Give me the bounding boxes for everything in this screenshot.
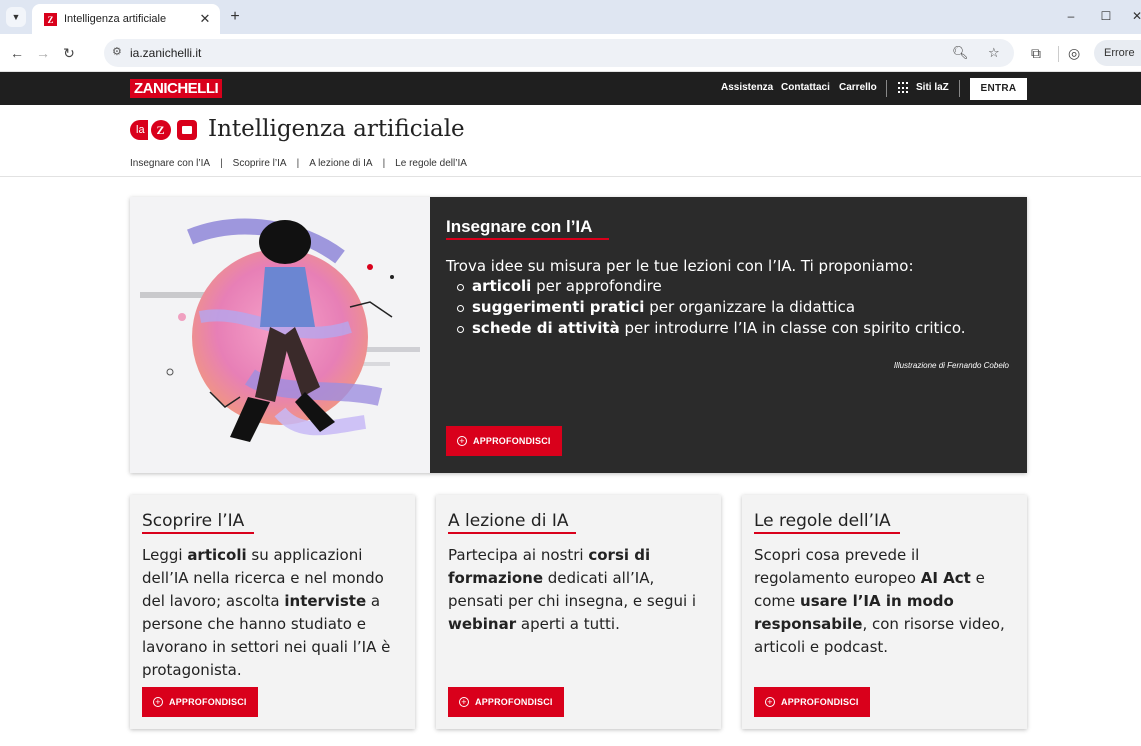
card-approfondisci-button[interactable]: + APPROFONDISCI <box>754 687 870 717</box>
subnav-separator: | <box>296 158 300 169</box>
hero-title-underline <box>446 238 609 240</box>
button-label: APPROFONDISCI <box>169 697 247 707</box>
zanichelli-logo[interactable]: ZANICHELLI <box>130 79 223 98</box>
button-label: APPROFONDISCI <box>781 697 859 707</box>
browser-tab[interactable]: Z Intelligenza artificiale ✕ <box>32 4 220 34</box>
card-text: Leggi articoli su applicazioni dell’IA n… <box>142 546 391 679</box>
link-siti-laz[interactable]: Siti laZ <box>916 82 949 93</box>
site-info-icon[interactable]: ⚙ <box>112 45 122 58</box>
section-subnav: Insegnare con l’IA | Scoprire l’IA | A l… <box>130 158 467 169</box>
ia-chip-icon <box>176 120 197 140</box>
subnav-insegnare[interactable]: Insegnare con l’IA <box>130 158 210 169</box>
hero-list-item: articoli per approfondire <box>457 277 966 298</box>
plus-circle-icon: + <box>459 697 469 707</box>
hero-list-item: suggerimenti pratici per organizzare la … <box>457 298 966 319</box>
maximize-icon[interactable]: ☐ <box>1097 9 1115 23</box>
hero-card: Insegnare con l’IA Trova idee su misura … <box>130 197 1027 473</box>
bookmark-star-icon[interactable]: ☆ <box>988 45 1000 61</box>
hero-illustration <box>130 197 430 473</box>
header-divider <box>886 80 887 97</box>
button-label: APPROFONDISCI <box>475 697 553 707</box>
extensions-icon[interactable]: ⧉ <box>1031 45 1041 62</box>
button-label: APPROFONDISCI <box>473 436 551 446</box>
toolbar-divider <box>1058 46 1059 62</box>
card-title[interactable]: Scoprire l’IA <box>142 511 244 531</box>
minimize-icon[interactable]: – <box>1062 9 1080 23</box>
badge-z: Z <box>150 120 171 140</box>
hero-list: articoli per approfondire suggerimenti p… <box>457 277 966 340</box>
subnav-divider <box>0 176 1141 177</box>
link-assistenza[interactable]: Assistenza <box>721 82 773 93</box>
url-text: ia.zanichelli.it <box>130 46 202 60</box>
ai-teaching-illustration-icon <box>140 218 420 442</box>
forward-arrow-icon[interactable]: → <box>34 44 52 62</box>
new-tab-button[interactable]: + <box>226 8 244 26</box>
login-button[interactable]: ENTRA <box>970 78 1027 100</box>
hero-approfondisci-button[interactable]: + APPROFONDISCI <box>446 426 562 456</box>
zoom-icon[interactable]: 🔍︎ <box>952 45 969 61</box>
plus-circle-icon: + <box>765 697 775 707</box>
hero-title[interactable]: Insegnare con l’IA <box>446 217 592 237</box>
card-approfondisci-button[interactable]: + APPROFONDISCI <box>448 687 564 717</box>
card-approfondisci-button[interactable]: + APPROFONDISCI <box>142 687 258 717</box>
page-title: Intelligenza artificiale <box>208 116 465 142</box>
card-title[interactable]: A lezione di IA <box>448 511 568 531</box>
hero-list-item: schede di attività per introdurre l’IA i… <box>457 319 966 340</box>
card-text: Partecipa ai nostri corsi di formazione … <box>448 546 697 633</box>
tab-search-button[interactable]: ▼ <box>6 7 26 27</box>
subnav-separator: | <box>220 158 223 169</box>
browser-tab-strip: ▼ Z Intelligenza artificiale ✕ + – ☐ ✕ <box>0 0 1141 34</box>
card-title-underline <box>754 532 900 534</box>
apps-grid-icon[interactable] <box>898 82 910 94</box>
address-toolbar: ← → ↻ ⚙ ia.zanichelli.it 🔍︎ ☆ ⧉ ◎ <box>0 34 1141 72</box>
address-bar[interactable]: ⚙ ia.zanichelli.it 🔍︎ ☆ <box>104 39 1014 67</box>
laz-brand-badges: la Z <box>130 120 197 140</box>
card-regole: Le regole dell’IA Scopri cosa prevede il… <box>742 495 1027 729</box>
plus-circle-icon: + <box>153 697 163 707</box>
profile-error-label: Errore <box>1104 47 1135 59</box>
card-title-underline <box>142 532 254 534</box>
plus-circle-icon: + <box>457 436 467 446</box>
subnav-a-lezione[interactable]: A lezione di IA <box>309 158 372 169</box>
subnav-scoprire[interactable]: Scoprire l’IA <box>233 158 287 169</box>
hero-panel: Insegnare con l’IA Trova idee su misura … <box>430 197 1027 473</box>
site-header: ZANICHELLI Assistenza Contattaci Carrell… <box>0 72 1141 105</box>
card-title-underline <box>448 532 576 534</box>
zanichelli-favicon-icon: Z <box>44 13 57 26</box>
tab-close-icon[interactable]: ✕ <box>196 10 214 28</box>
chevron-down-icon: ▼ <box>11 12 21 22</box>
hero-intro: Trova idee su misura per le tue lezioni … <box>446 257 914 275</box>
card-title[interactable]: Le regole dell’IA <box>754 511 891 531</box>
profile-error-button[interactable]: Errore ⋮ <box>1094 40 1141 66</box>
header-divider <box>959 80 960 97</box>
subnav-regole[interactable]: Le regole dell’IA <box>395 158 467 169</box>
card-text: Scopri cosa prevede il regolamento europ… <box>754 546 1005 656</box>
link-contattaci[interactable]: Contattaci <box>781 82 830 93</box>
tab-title: Intelligenza artificiale <box>64 13 167 25</box>
badge-la: la <box>130 120 148 140</box>
profile-icon[interactable]: ◎ <box>1068 45 1080 62</box>
card-a-lezione: A lezione di IA Partecipa ai nostri cors… <box>436 495 721 729</box>
back-arrow-icon[interactable]: ← <box>8 44 26 62</box>
close-window-icon[interactable]: ✕ <box>1128 9 1141 23</box>
link-carrello[interactable]: Carrello <box>839 82 877 93</box>
illustration-credit: Illustrazione di Fernando Cobelo <box>893 361 1009 370</box>
reload-icon[interactable]: ↻ <box>60 44 78 62</box>
card-scoprire: Scoprire l’IA Leggi articoli su applicaz… <box>130 495 415 729</box>
subnav-separator: | <box>382 158 386 169</box>
